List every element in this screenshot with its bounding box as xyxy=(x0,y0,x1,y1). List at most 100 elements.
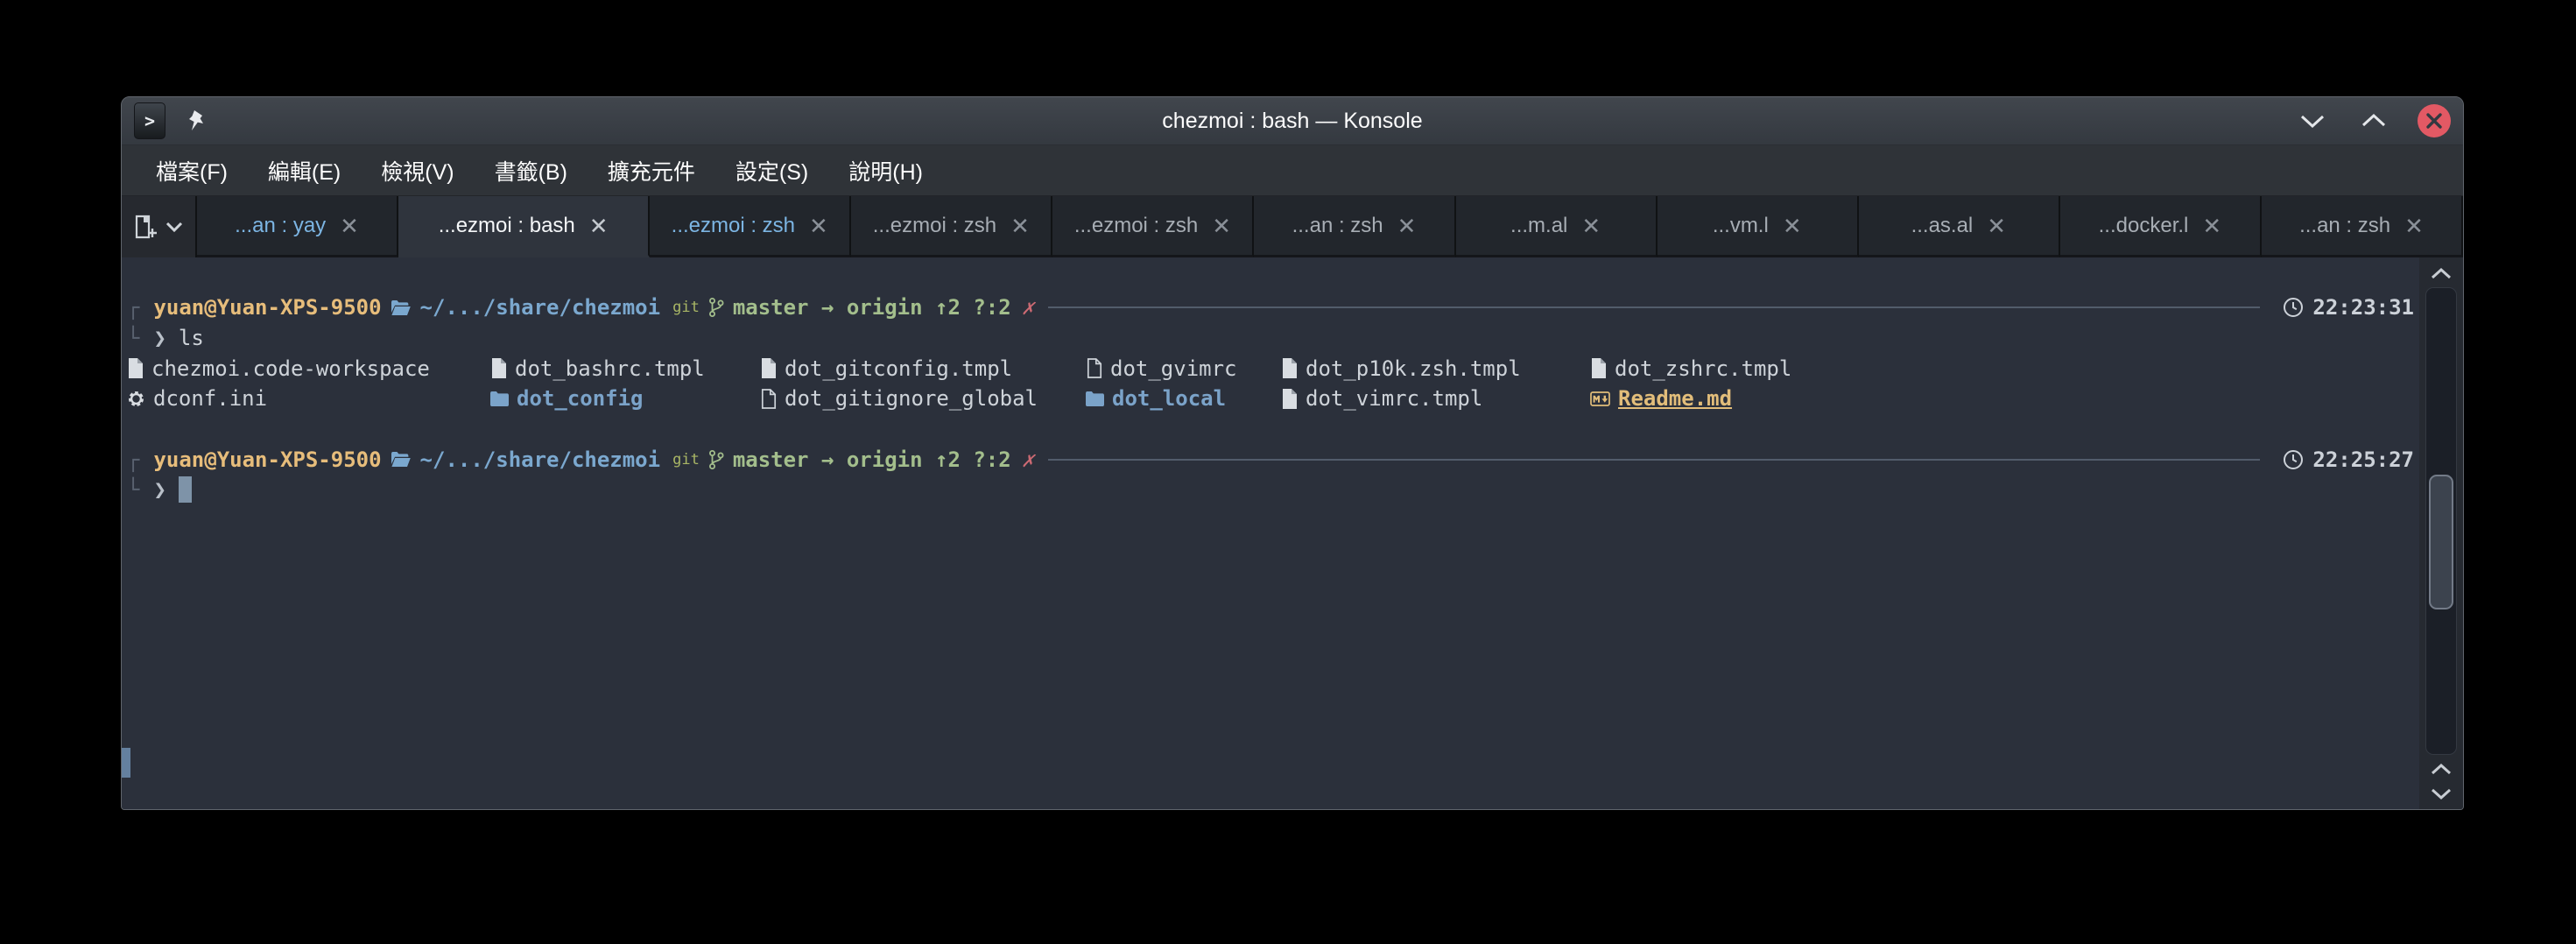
scrollbar[interactable] xyxy=(2419,257,2463,809)
tab-1[interactable]: ...ezmoi : bash✕ xyxy=(398,196,650,257)
tab-close-icon[interactable]: ✕ xyxy=(2202,215,2221,237)
ls-row-0: chezmoi.code-workspace dot_bashrc.tmpl dot… xyxy=(127,353,2414,384)
tab-close-icon[interactable]: ✕ xyxy=(589,215,609,237)
tab-8[interactable]: ...as.al✕ xyxy=(1859,196,2060,257)
close-button[interactable] xyxy=(2418,104,2451,137)
tab-2[interactable]: ...ezmoi : zsh ✕ xyxy=(650,196,851,257)
file-filled-icon xyxy=(760,358,777,378)
prompt-user: yuan@Yuan-XPS-9500 xyxy=(153,295,381,320)
tab-close-icon[interactable]: ✕ xyxy=(1783,215,1802,237)
git-dirty-flag: ✗ xyxy=(1022,447,1034,472)
ls-item-label: dot_vimrc.tmpl xyxy=(1306,386,1482,411)
prompt-char: ❯ xyxy=(153,477,165,502)
tab-10[interactable]: ...an : zsh ✕ xyxy=(2262,196,2463,257)
prompt-separator-line xyxy=(1048,306,2260,308)
scroll-up-button-bottom[interactable] xyxy=(2430,757,2453,781)
menu-item-0[interactable]: 檔案(F) xyxy=(136,145,248,195)
ls-item: dot_vimrc.tmpl xyxy=(1281,386,1590,411)
clock-icon xyxy=(2283,297,2304,318)
tab-5[interactable]: ...an : zsh ✕ xyxy=(1254,196,1455,257)
ls-item: Readme.md xyxy=(1590,386,1732,411)
git-status: master → origin ↑2 ?:2 xyxy=(733,447,1011,472)
ls-row-1: dconf.ini dot_config dot_gitignore_global d… xyxy=(127,384,2414,414)
scroll-up-button[interactable] xyxy=(2430,261,2453,285)
ls-item-label: dot_config xyxy=(517,386,644,411)
git-label: git xyxy=(672,451,700,468)
tab-label: ...an : zsh xyxy=(1292,214,1383,238)
command-line: └❯ls xyxy=(127,323,2414,354)
close-icon xyxy=(2425,112,2443,130)
menu-item-5[interactable]: 設定(S) xyxy=(715,145,828,195)
titlebar[interactable]: > chezmoi : bash — Konsole xyxy=(122,97,2463,145)
clock-icon xyxy=(2283,449,2304,470)
ls-item-label: dconf.ini xyxy=(153,386,267,411)
terminal-area[interactable]: ┌yuan@Yuan-XPS-9500 ~/.../share/chezmoi … xyxy=(122,257,2463,809)
prompt-path: ~/.../share/chezmoi xyxy=(420,447,661,472)
tab-4[interactable]: ...ezmoi : zsh ✕ xyxy=(1052,196,1254,257)
chevron-up-icon xyxy=(2361,113,2387,129)
tab-7[interactable]: ...vm.l✕ xyxy=(1658,196,1859,257)
scrollbar-thumb[interactable] xyxy=(2429,475,2453,609)
menu-item-3[interactable]: 書籤(B) xyxy=(475,145,588,195)
markdown-icon xyxy=(1590,391,1610,406)
ls-item-label: dot_zshrc.tmpl xyxy=(1615,356,1791,381)
tab-close-icon[interactable]: ✕ xyxy=(1010,215,1030,237)
tab-label: ...ezmoi : zsh xyxy=(672,214,795,238)
folder-icon xyxy=(1086,391,1104,406)
ls-item-label: dot_p10k.zsh.tmpl xyxy=(1306,356,1521,381)
ls-item: dot_gvimrc xyxy=(1086,356,1281,381)
text-cursor xyxy=(179,476,192,503)
ls-item: dot_gitignore_global xyxy=(760,386,1086,411)
maximize-button[interactable] xyxy=(2356,103,2391,138)
menu-item-1[interactable]: 編輯(E) xyxy=(248,145,361,195)
folder-open-icon xyxy=(391,451,412,468)
konsole-window: > chezmoi : bash — Konsole xyxy=(121,96,2464,810)
ls-item-label: chezmoi.code-workspace xyxy=(151,356,430,381)
terminal-content: ┌yuan@Yuan-XPS-9500 ~/.../share/chezmoi … xyxy=(127,257,2414,809)
file-filled-icon xyxy=(490,358,507,378)
prompt-timestamp: 22:25:27 xyxy=(2312,447,2414,472)
tab-close-icon[interactable]: ✕ xyxy=(2404,215,2424,237)
tab-close-icon[interactable]: ✕ xyxy=(340,215,359,237)
tab-label: ...an : zsh xyxy=(2299,214,2390,238)
tab-6[interactable]: ...m.al ✕ xyxy=(1456,196,1658,257)
scrollbar-track[interactable] xyxy=(2425,287,2457,755)
tab-label: ...ezmoi : zsh xyxy=(1074,214,1198,238)
ls-item: dconf.ini xyxy=(127,386,490,411)
tab-0[interactable]: ...an : yay✕ xyxy=(197,196,398,257)
prompt-frame-bottom: └ xyxy=(127,326,139,350)
new-tab-icon xyxy=(134,212,160,242)
menu-item-4[interactable]: 擴充元件 xyxy=(588,145,715,195)
folder-open-icon xyxy=(391,299,412,316)
prompt-frame-top: ┌ xyxy=(127,447,139,472)
ls-item-label: Readme.md xyxy=(1618,386,1732,411)
konsole-app-icon: > xyxy=(134,102,165,139)
prompt-line: ┌yuan@Yuan-XPS-9500 ~/.../share/chezmoi … xyxy=(127,292,2414,323)
tab-close-icon[interactable]: ✕ xyxy=(1581,215,1601,237)
menu-item-2[interactable]: 檢視(V) xyxy=(361,145,474,195)
file-outline-icon xyxy=(760,389,777,409)
tab-label: ...docker.l xyxy=(2099,214,2189,238)
scroll-down-button[interactable] xyxy=(2430,781,2453,806)
ls-item: dot_p10k.zsh.tmpl xyxy=(1281,356,1590,381)
file-filled-icon xyxy=(127,358,144,378)
tab-close-icon[interactable]: ✕ xyxy=(809,215,828,237)
chevron-up-icon xyxy=(2430,763,2453,776)
tab-close-icon[interactable]: ✕ xyxy=(1987,215,2006,237)
ls-item: dot_bashrc.tmpl xyxy=(490,356,760,381)
tab-close-icon[interactable]: ✕ xyxy=(1212,215,1231,237)
tab-9[interactable]: ...docker.l ✕ xyxy=(2060,196,2262,257)
menu-item-6[interactable]: 說明(H) xyxy=(828,145,943,195)
tab-close-icon[interactable]: ✕ xyxy=(1397,215,1417,237)
new-tab-button[interactable] xyxy=(122,196,197,257)
minimize-button[interactable] xyxy=(2295,103,2330,138)
tab-label: ...m.al xyxy=(1510,214,1567,238)
prompt-line: ┌yuan@Yuan-XPS-9500 ~/.../share/chezmoi … xyxy=(127,444,2414,475)
tab-3[interactable]: ...ezmoi : zsh✕ xyxy=(851,196,1052,257)
chevron-down-icon xyxy=(165,222,183,233)
pin-icon xyxy=(187,109,206,132)
ls-item: dot_config xyxy=(490,386,760,411)
git-branch-icon xyxy=(708,449,724,470)
file-filled-icon xyxy=(1590,358,1607,378)
menubar: 檔案(F)編輯(E)檢視(V)書籤(B)擴充元件設定(S)說明(H) xyxy=(122,145,2463,196)
